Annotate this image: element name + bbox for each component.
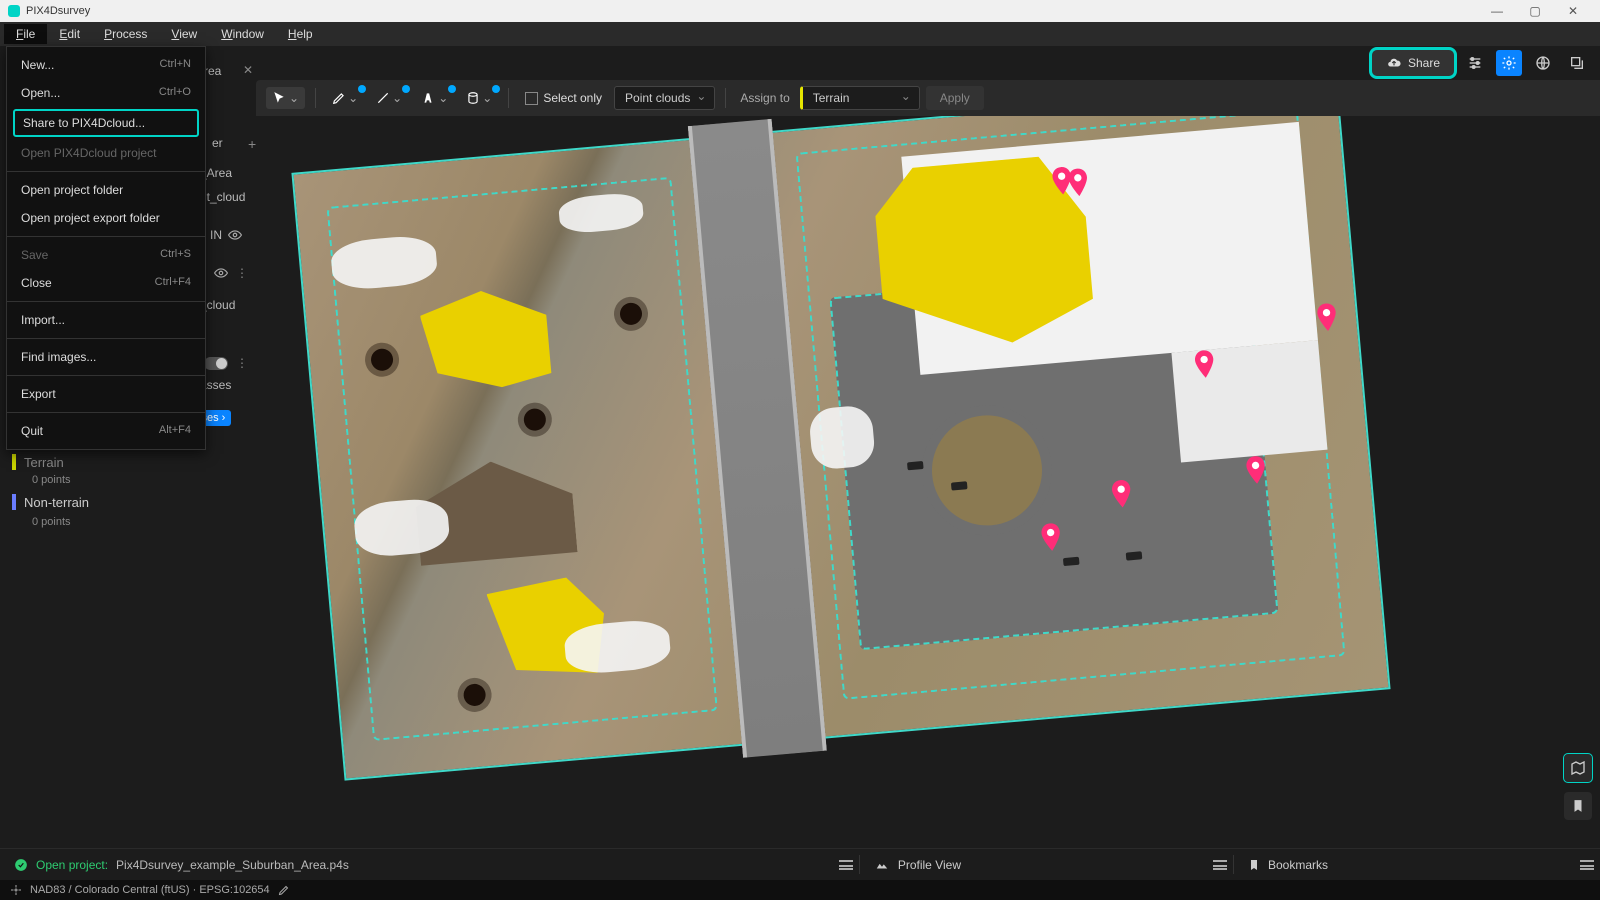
crs-label[interactable]: NAD83 / Colorado Central (ftUS) · EPSG:1… [30, 884, 270, 896]
crs-icon [10, 884, 22, 896]
class-terrain[interactable]: Terrain [12, 454, 64, 470]
bookmarks-tab[interactable]: Bookmarks [1234, 849, 1342, 880]
menu-help[interactable]: Help [276, 24, 325, 44]
visibility-row [228, 228, 242, 242]
bottom-panel-bar: Open project: Pix4Dsurvey_example_Suburb… [0, 848, 1600, 880]
eye-icon[interactable] [228, 228, 242, 242]
menu-window[interactable]: Window [209, 24, 276, 44]
app-logo-icon [8, 5, 20, 17]
export-icon[interactable] [1564, 50, 1590, 76]
profile-view-tab[interactable]: Profile View [860, 849, 975, 880]
visibility-row-2: ⋮ [214, 266, 248, 280]
profile-icon [874, 858, 890, 872]
draw-volume-tool[interactable]: ⌄ [460, 87, 498, 109]
window-maximize-button[interactable]: ▢ [1516, 4, 1554, 18]
open-project-status: Open project: Pix4Dsurvey_example_Suburb… [0, 849, 363, 880]
marker-pin-icon[interactable] [1192, 349, 1216, 379]
main-toolbar: ⌄ ⌄ ⌄ ⌄ ⌄ Select only Point clouds Assig… [256, 80, 1600, 116]
menu-open[interactable]: Open...Ctrl+O [7, 79, 205, 107]
menu-file[interactable]: File [4, 24, 47, 44]
globe-icon[interactable] [1530, 50, 1556, 76]
marker-pin-icon[interactable] [1039, 522, 1063, 552]
viewport-right-tools [1564, 754, 1592, 820]
sliders-icon[interactable] [1462, 50, 1488, 76]
menu-export[interactable]: Export [7, 380, 205, 408]
draw-point-tool[interactable]: ⌄ [326, 87, 364, 109]
menu-view[interactable]: View [159, 24, 209, 44]
app-title: PIX4Dsurvey [26, 5, 90, 17]
check-circle-icon [14, 858, 28, 872]
filter-select[interactable]: Point clouds [614, 86, 715, 110]
more-icon[interactable]: ⋮ [236, 266, 248, 280]
assign-to-label: Assign to [736, 91, 793, 105]
marker-pin-icon[interactable] [1109, 479, 1133, 509]
aerial-scene [291, 116, 1390, 781]
marker-pin-icon[interactable] [1244, 455, 1268, 485]
add-layer-icon[interactable]: + [248, 136, 256, 152]
cloud-upload-icon [1386, 56, 1402, 70]
window-minimize-button[interactable]: — [1478, 4, 1516, 18]
menu-edit[interactable]: Edit [47, 24, 92, 44]
menu-open-project-folder[interactable]: Open project folder [7, 176, 205, 204]
collapse-icon[interactable] [839, 860, 859, 870]
menu-open-cloud-project[interactable]: Open PIX4Dcloud project [7, 139, 205, 167]
draw-road-tool[interactable]: ⌄ [414, 87, 454, 109]
eye-icon[interactable] [214, 266, 228, 280]
menu-close[interactable]: CloseCtrl+F4 [7, 269, 205, 297]
settings-icon[interactable] [1496, 50, 1522, 76]
select-only-checkbox[interactable]: Select only [519, 87, 608, 109]
share-button[interactable]: Share [1372, 50, 1454, 76]
bookmark-icon[interactable] [1564, 792, 1592, 820]
menu-new[interactable]: New...Ctrl+N [7, 51, 205, 79]
window-titlebar: PIX4Dsurvey — ▢ ✕ [0, 0, 1600, 22]
apply-button[interactable]: Apply [926, 86, 984, 110]
bookmark-icon [1248, 858, 1260, 872]
status-bar: NAD83 / Colorado Central (ftUS) · EPSG:1… [0, 880, 1600, 900]
assign-class-select[interactable]: Terrain [800, 86, 920, 110]
map-mode-icon[interactable] [1564, 754, 1592, 782]
3d-viewport[interactable] [256, 116, 1600, 848]
menu-save[interactable]: SaveCtrl+S [7, 241, 205, 269]
tab-close-icon[interactable]: ✕ [243, 63, 253, 77]
collapse-icon[interactable] [1580, 860, 1600, 870]
tree-item-in[interactable]: IN [210, 228, 222, 242]
menu-share-cloud[interactable]: Share to PIX4Dcloud... [13, 109, 199, 137]
menu-import[interactable]: Import... [7, 306, 205, 334]
menu-find-images[interactable]: Find images... [7, 343, 205, 371]
select-tool[interactable]: ⌄ [266, 87, 305, 109]
draw-line-tool[interactable]: ⌄ [370, 87, 408, 109]
tree-item-ntcloud[interactable]: nt_cloud [200, 190, 245, 204]
toggle-row: ⋮ [204, 356, 248, 370]
file-menu-dropdown: New...Ctrl+N Open...Ctrl+O Share to PIX4… [6, 46, 206, 450]
more-icon[interactable]: ⋮ [236, 356, 248, 370]
menu-process[interactable]: Process [92, 24, 159, 44]
menu-open-export-folder[interactable]: Open project export folder [7, 204, 205, 232]
project-filename: Pix4Dsurvey_example_Suburban_Area.p4s [116, 858, 349, 872]
toggle-switch[interactable] [204, 357, 228, 370]
terrain-point-count: 0 points [32, 474, 71, 486]
collapse-icon[interactable] [1213, 860, 1233, 870]
tree-er-label: er [212, 136, 223, 150]
nonterrain-point-count: 0 points [32, 516, 71, 528]
marker-pin-icon[interactable] [1066, 168, 1090, 198]
class-nonterrain[interactable]: Non-terrain [12, 494, 89, 510]
window-close-button[interactable]: ✕ [1554, 4, 1592, 18]
edit-crs-icon[interactable] [278, 884, 290, 896]
menu-bar: File Edit Process View Window Help [0, 22, 1600, 46]
marker-pin-icon[interactable] [1315, 302, 1339, 332]
menu-quit[interactable]: QuitAlt+F4 [7, 417, 205, 445]
header-right: Share [1372, 50, 1590, 76]
